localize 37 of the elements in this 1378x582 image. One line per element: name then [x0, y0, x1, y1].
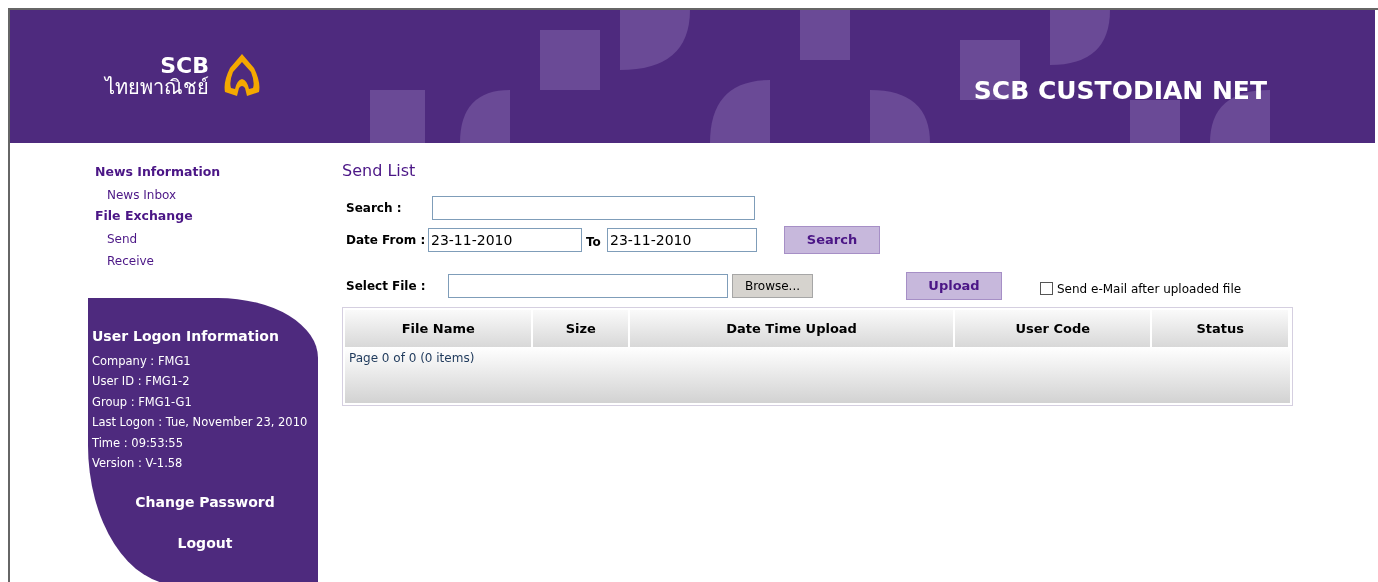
logo-text: SCB [160, 55, 209, 77]
logon-info-text: Version : V-1.58 [92, 455, 184, 473]
date-to-label: To [586, 234, 602, 251]
date-to-field[interactable]: 23-11-2010 [607, 228, 757, 252]
column-header[interactable]: File Name [345, 310, 532, 347]
column-header[interactable]: Status [1152, 310, 1288, 347]
site-title: SCB CUSTODIAN NET [973, 75, 1267, 107]
file-path-field[interactable] [448, 274, 728, 298]
select-file-label: Select File : [346, 278, 427, 295]
date-from-field[interactable]: 23-11-2010 [428, 228, 582, 252]
logon-info-text: Time : 09:53:55 [92, 434, 184, 452]
menu-heading[interactable]: File Exchange [95, 206, 318, 226]
search-field[interactable] [432, 196, 755, 220]
logon-info-text: Group : FMG1-G1 [92, 393, 193, 411]
logon-info-text: Company : FMG1 [92, 352, 192, 370]
column-header[interactable]: Date Time Upload [630, 310, 954, 347]
search-label: Search : [346, 200, 403, 217]
page-title: Send List [342, 160, 417, 182]
logon-info-text: Last Logon : Tue, November 23, 2010 [92, 414, 309, 432]
logo-thai-text: ไทยพาณิชย์ [105, 77, 209, 97]
menu-link[interactable]: Receive [107, 251, 318, 270]
logon-info-text: User ID : FMG1-2 [92, 373, 191, 391]
column-header[interactable]: Size [533, 310, 629, 347]
logout-link[interactable]: Logout [92, 533, 318, 555]
email-checkbox[interactable] [1040, 281, 1053, 295]
logon-title: User Logon Information [92, 326, 280, 346]
email-option-label: Send e-Mail after uploaded file [1057, 281, 1242, 298]
search-button[interactable]: Search [784, 226, 880, 254]
column-header[interactable]: User Code [955, 310, 1151, 347]
menu-link[interactable]: News Inbox [107, 185, 318, 204]
browse-button[interactable]: Browse... [732, 274, 813, 298]
menu-heading[interactable]: News Information [95, 163, 318, 182]
menu-link[interactable]: Send [107, 229, 318, 248]
change-password-link[interactable]: Change Password [92, 492, 318, 514]
pager-text: Page 0 of 0 (0 items) [349, 351, 475, 365]
upload-button[interactable]: Upload [906, 272, 1002, 300]
date-from-label: Date From : [346, 232, 427, 249]
